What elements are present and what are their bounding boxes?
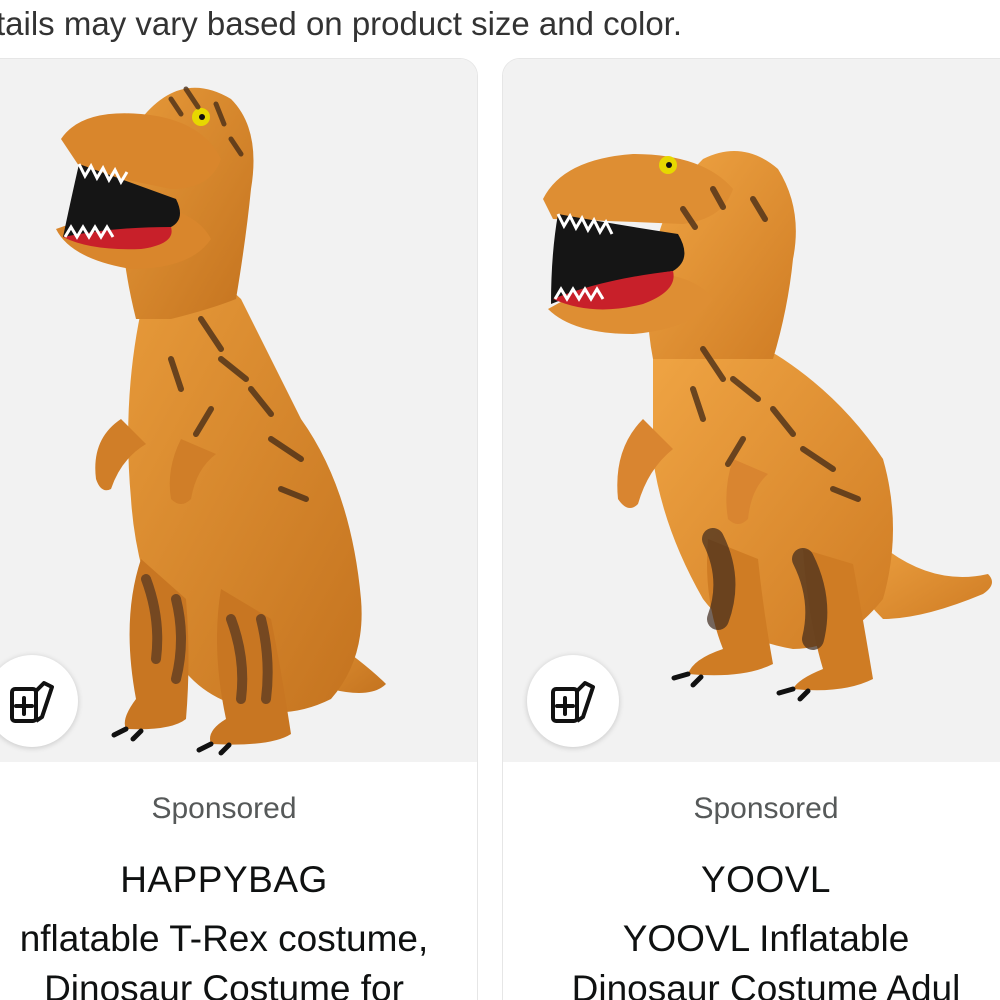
product-title-line2[interactable]: Dinosaur Costume for xyxy=(0,964,477,1000)
product-image[interactable] xyxy=(0,59,477,762)
add-to-compare-button[interactable] xyxy=(527,655,619,747)
product-card-happybag[interactable]: Sponsored HAPPYBAG nflatable T-Rex costu… xyxy=(0,58,478,1000)
size-color-disclaimer: tails may vary based on product size and… xyxy=(0,5,683,42)
product-title[interactable]: YOOVL Inflatable xyxy=(503,914,1000,964)
product-title[interactable]: nflatable T-Rex costume, xyxy=(0,914,477,964)
product-card-yoovl[interactable]: Sponsored YOOVL YOOVL Inflatable Dinosau… xyxy=(502,58,1000,1000)
sponsored-label: Sponsored xyxy=(693,792,839,825)
add-to-compare-icon xyxy=(10,681,54,723)
product-info: Sponsored YOOVL YOOVL Inflatable Dinosau… xyxy=(503,762,1000,1000)
product-info: Sponsored HAPPYBAG nflatable T-Rex costu… xyxy=(0,762,477,1000)
product-title-line2[interactable]: Dinosaur Costume Adul xyxy=(503,964,1000,1000)
add-to-compare-icon xyxy=(551,681,595,723)
sponsored-label: Sponsored xyxy=(151,792,297,825)
product-brand: YOOVL xyxy=(701,859,831,900)
trex-costume-image xyxy=(56,86,386,756)
product-brand: HAPPYBAG xyxy=(120,859,328,900)
